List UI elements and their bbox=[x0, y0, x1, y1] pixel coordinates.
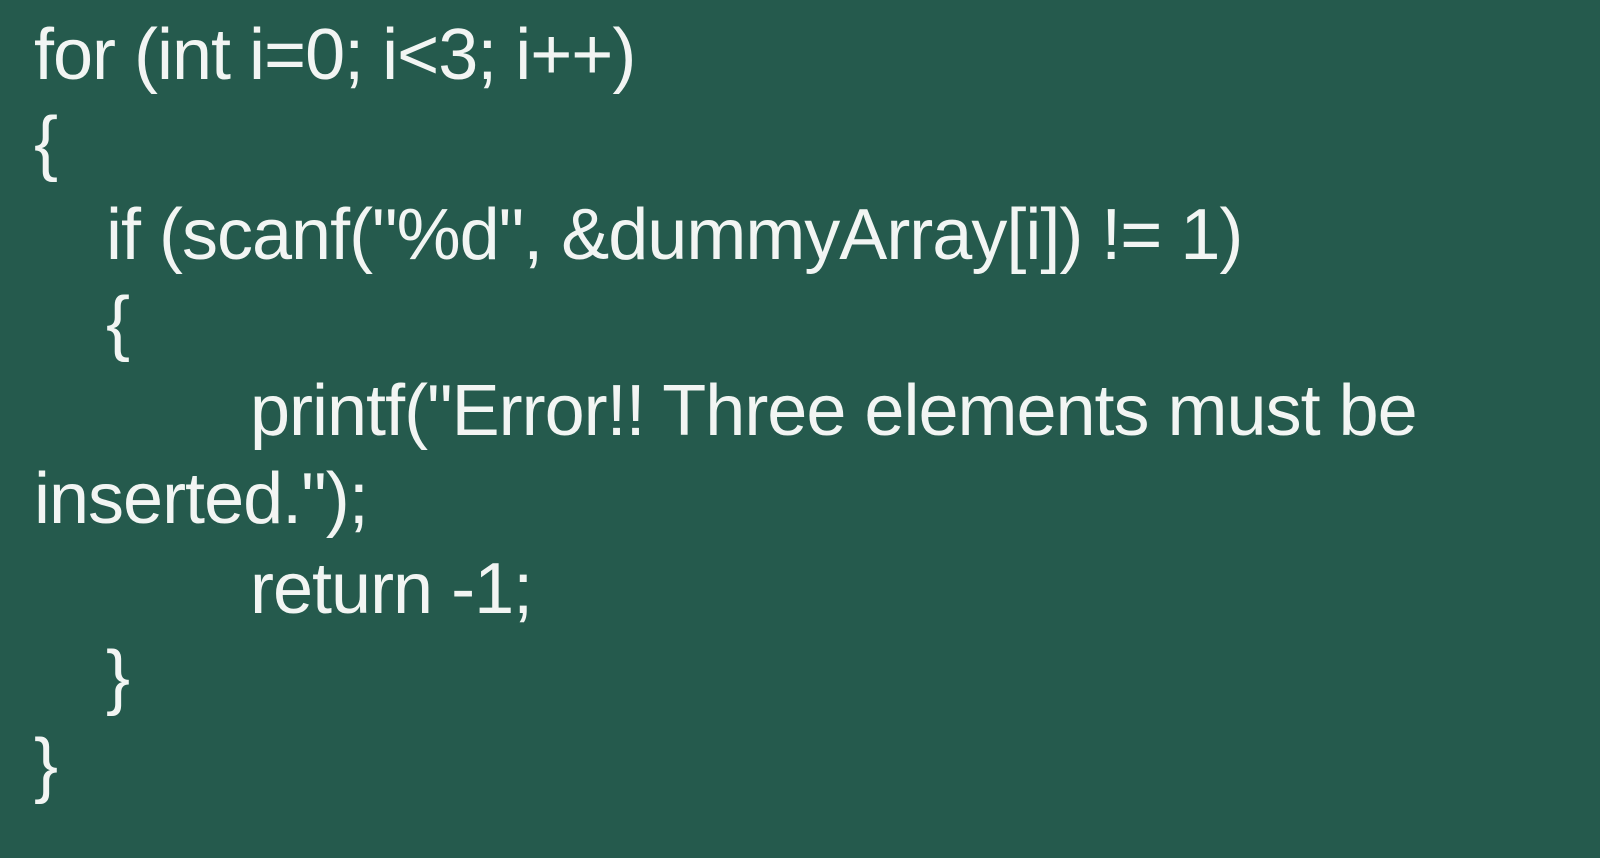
code-line-printf-continuation: inserted."); bbox=[34, 459, 369, 539]
code-line-open-brace: { bbox=[34, 103, 58, 183]
code-panel: for (int i=0; i<3; i++) { if (scanf("%d"… bbox=[0, 0, 1600, 858]
code-line-if: if (scanf("%d", &dummyArray[i]) != 1) bbox=[106, 195, 1243, 275]
code-line-for: for (int i=0; i<3; i++) bbox=[34, 15, 636, 95]
code-line-close-brace: } bbox=[34, 725, 58, 805]
code-line-return: return -1; bbox=[250, 549, 533, 629]
code-line-printf: printf("Error!! Three elements must be bbox=[250, 371, 1418, 451]
code-line-inner-close-brace: } bbox=[106, 637, 130, 717]
code-line-inner-open-brace: { bbox=[106, 283, 130, 363]
